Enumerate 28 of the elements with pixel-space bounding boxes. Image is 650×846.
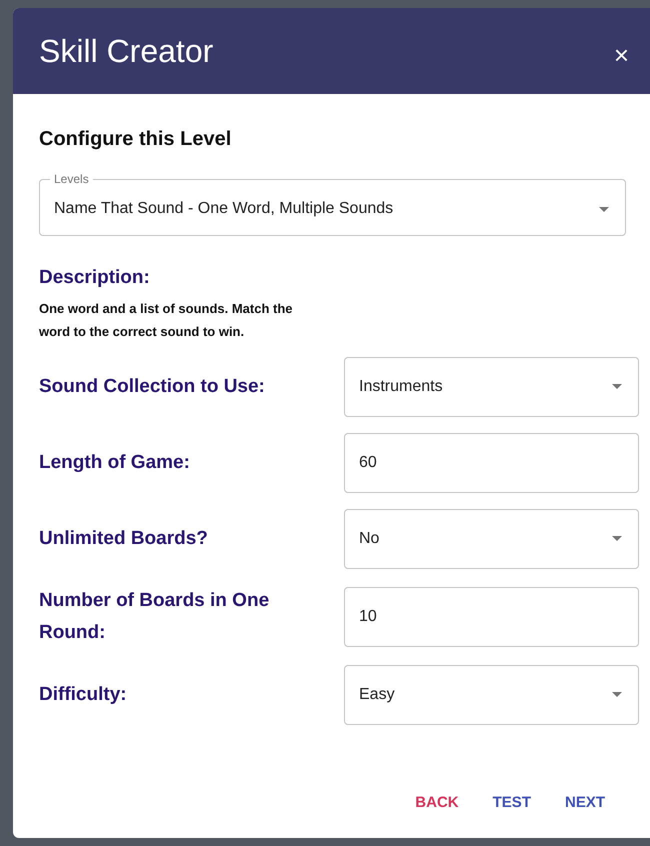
- dropdown-value: No: [359, 528, 380, 548]
- field-label: Sound Collection to Use:: [39, 374, 266, 398]
- field-label: Number of Boards in One Round:: [39, 588, 270, 644]
- action-button[interactable]: BACK: [403, 786, 471, 820]
- description-text: One word and a list of sounds. Match the word to the correct sound to win.: [39, 300, 294, 340]
- field-label: Difficulty:: [39, 682, 128, 706]
- caret-icon: [612, 384, 622, 389]
- action-button[interactable]: NEXT: [552, 786, 617, 820]
- description-heading: Description:: [39, 266, 151, 290]
- input-field[interactable]: 10: [344, 586, 639, 646]
- field-label: Unlimited Boards?: [39, 526, 209, 550]
- dropdown[interactable]: Instruments: [344, 356, 639, 416]
- input-field[interactable]: 60: [344, 432, 639, 492]
- action-button[interactable]: TEST: [480, 786, 543, 820]
- caret-icon: [612, 536, 622, 541]
- close-button[interactable]: ×: [614, 42, 629, 68]
- dropdown-value: Instruments: [359, 376, 443, 396]
- dropdown[interactable]: No: [344, 508, 639, 568]
- dropdown-label: Levels: [53, 172, 90, 186]
- dropdown-value: Easy: [359, 684, 395, 704]
- dropdown[interactable]: Easy: [344, 664, 639, 724]
- levels-dropdown[interactable]: Levels Name That Sound - One Word, Multiple Sounds: [39, 172, 626, 236]
- section-title: Configure this Level: [39, 127, 232, 152]
- caret-icon: [612, 692, 622, 697]
- dropdown-value: Name That Sound - One Word, Multiple Sounds: [54, 199, 394, 219]
- field-label: Length of Game:: [39, 450, 191, 474]
- caret-icon: [599, 206, 609, 212]
- dialog-title: Skill Creator: [39, 32, 214, 71]
